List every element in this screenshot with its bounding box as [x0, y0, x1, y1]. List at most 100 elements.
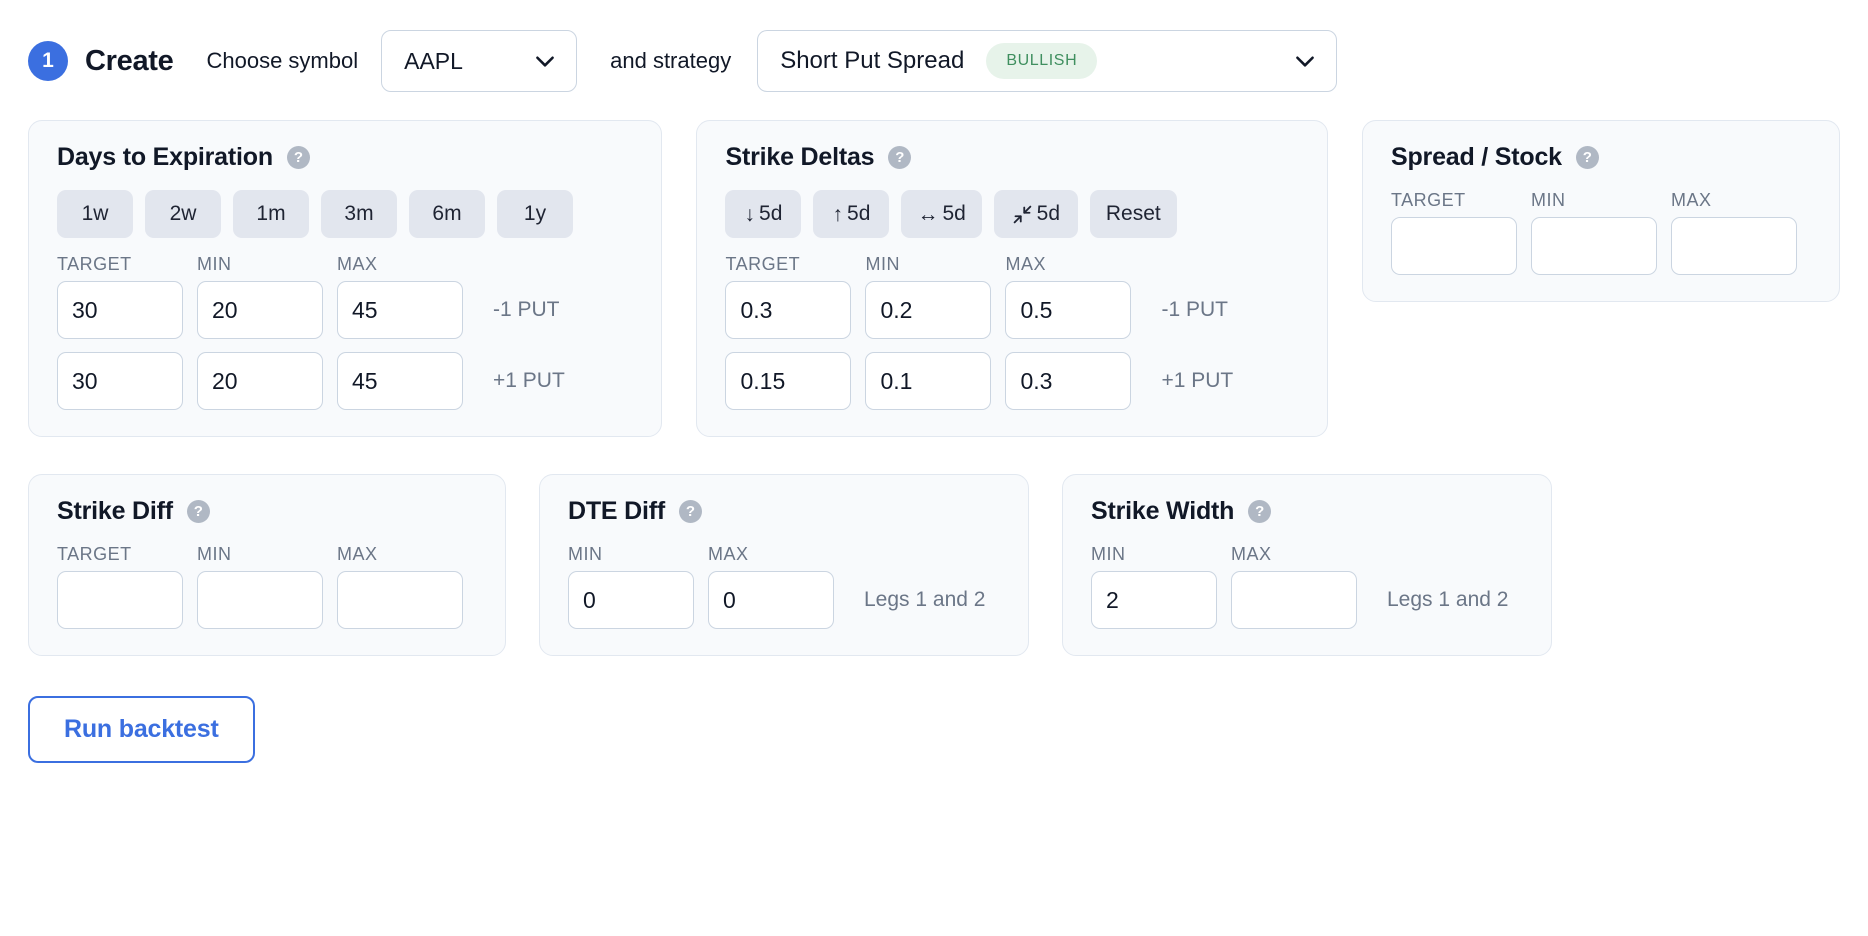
delta-decrease-button[interactable]: ↓ 5d	[725, 190, 802, 238]
dte-max-input-leg1[interactable]	[337, 281, 463, 339]
card-strike-width: Strike Width ? MIN MAX Legs 1 and 2	[1062, 474, 1552, 656]
arrow-left-right-icon: ↔	[917, 202, 939, 226]
create-backtest-page: 1 Create Choose symbol AAPL and strategy…	[0, 0, 1868, 763]
column-labels: MIN MAX	[568, 544, 1000, 565]
delta-min-input-leg2[interactable]	[865, 352, 992, 410]
column-label-max: MAX	[337, 254, 378, 274]
card-title: Strike Deltas	[725, 143, 875, 171]
strategy-select-content: Short Put Spread BULLISH	[780, 43, 1098, 79]
dte-target-input-leg1[interactable]	[57, 281, 183, 339]
delta-narrow-button[interactable]: 5d	[993, 190, 1078, 238]
delta-target-input-leg1[interactable]	[725, 281, 852, 339]
dte-diff-leg-label: Legs 1 and 2	[864, 588, 986, 611]
filters-row-bottom: Strike Diff ? TARGET MIN MAX DTE Diff ? …	[28, 474, 1840, 656]
status-badge-bullish: BULLISH	[986, 43, 1098, 79]
dte-target-input-leg2[interactable]	[57, 352, 183, 410]
column-label-min: MIN	[568, 544, 603, 564]
arrows-converge-icon	[1012, 204, 1033, 225]
help-icon[interactable]: ?	[679, 500, 702, 523]
dte-diff-min-input[interactable]	[568, 571, 694, 629]
symbol-select[interactable]: AAPL	[381, 30, 578, 92]
strategy-select-value: Short Put Spread	[780, 47, 965, 74]
page-title: Create	[85, 44, 174, 77]
help-icon[interactable]: ?	[1575, 146, 1599, 169]
help-icon[interactable]: ?	[186, 500, 210, 523]
help-icon[interactable]: ?	[286, 146, 310, 169]
card-strike-diff: Strike Diff ? TARGET MIN MAX	[28, 474, 506, 656]
strategy-select[interactable]: Short Put Spread BULLISH	[757, 30, 1338, 92]
delta-target-input-leg2[interactable]	[725, 352, 852, 410]
arrow-up-icon: ↑	[832, 202, 844, 226]
column-label-min: MIN	[197, 544, 232, 564]
symbol-select-value: AAPL	[404, 47, 463, 74]
card-title: Spread / Stock	[1391, 143, 1562, 171]
delta-widen-button[interactable]: ↔ 5d	[901, 190, 982, 238]
card-header: Strike Deltas ?	[725, 143, 1299, 172]
preset-button-6m[interactable]: 6m	[409, 190, 485, 238]
card-header: Strike Width ?	[1091, 497, 1523, 526]
column-label-target: TARGET	[1391, 190, 1466, 210]
strike-width-row: Legs 1 and 2	[1091, 571, 1523, 629]
column-label-max: MAX	[337, 544, 378, 564]
column-label-max: MAX	[1005, 254, 1046, 274]
card-header: DTE Diff ?	[568, 497, 1000, 526]
preset-button-1w[interactable]: 1w	[57, 190, 133, 238]
delta-leg-row-2: +1 PUT	[725, 352, 1299, 410]
chevron-down-icon	[532, 48, 558, 74]
preset-button-1m[interactable]: 1m	[233, 190, 309, 238]
delta-min-input-leg1[interactable]	[865, 281, 992, 339]
spread-stock-max-input[interactable]	[1671, 217, 1797, 275]
card-spread-stock: Spread / Stock ? TARGET MIN MAX	[1362, 120, 1840, 302]
column-labels: TARGET MIN MAX	[57, 544, 477, 565]
card-header: Spread / Stock ?	[1391, 143, 1811, 172]
delta-max-input-leg2[interactable]	[1005, 352, 1132, 410]
card-strike-deltas: Strike Deltas ? ↓ 5d ↑ 5d ↔ 5d 5d Reset …	[696, 120, 1328, 437]
dte-max-input-leg2[interactable]	[337, 352, 463, 410]
strike-width-max-input[interactable]	[1231, 571, 1357, 629]
strike-diff-row	[57, 571, 477, 629]
spread-stock-target-input[interactable]	[1391, 217, 1517, 275]
strike-width-leg-label: Legs 1 and 2	[1387, 588, 1509, 611]
column-label-target: TARGET	[725, 254, 801, 274]
card-dte-diff: DTE Diff ? MIN MAX Legs 1 and 2	[539, 474, 1029, 656]
step-number-badge: 1	[28, 41, 68, 81]
delta-increase-button[interactable]: ↑ 5d	[813, 190, 890, 238]
leg-label-1: -1 PUT	[493, 298, 560, 321]
card-header: Strike Diff ?	[57, 497, 477, 526]
run-backtest-button[interactable]: Run backtest	[28, 696, 255, 763]
column-labels: TARGET MIN MAX	[57, 254, 633, 275]
delta-adjust-buttons: ↓ 5d ↑ 5d ↔ 5d 5d Reset	[725, 190, 1299, 238]
strike-diff-target-input[interactable]	[57, 571, 183, 629]
leg-label-2: +1 PUT	[493, 369, 565, 392]
column-label-min: MIN	[197, 254, 232, 274]
strike-width-min-input[interactable]	[1091, 571, 1217, 629]
spread-stock-min-input[interactable]	[1531, 217, 1657, 275]
column-label-max: MAX	[1671, 190, 1712, 210]
dte-min-input-leg1[interactable]	[197, 281, 323, 339]
spread-stock-row	[1391, 217, 1811, 275]
dte-preset-buttons: 1w 2w 1m 3m 6m 1y	[57, 190, 633, 238]
column-labels: TARGET MIN MAX	[1391, 190, 1811, 211]
delta-widen-label: 5d	[942, 202, 966, 225]
delta-leg-row-1: -1 PUT	[725, 281, 1299, 339]
dte-min-input-leg2[interactable]	[197, 352, 323, 410]
card-title: Strike Diff	[57, 497, 173, 525]
card-title: Strike Width	[1091, 497, 1235, 525]
delta-max-input-leg1[interactable]	[1005, 281, 1132, 339]
leg-label-1: -1 PUT	[1161, 298, 1228, 321]
and-strategy-label: and strategy	[610, 48, 732, 73]
strike-diff-min-input[interactable]	[197, 571, 323, 629]
column-label-target: TARGET	[57, 544, 132, 564]
help-icon[interactable]: ?	[888, 146, 912, 169]
card-days-to-expiration: Days to Expiration ? 1w 2w 1m 3m 6m 1y T…	[28, 120, 663, 437]
preset-button-3m[interactable]: 3m	[321, 190, 397, 238]
arrow-down-icon: ↓	[744, 202, 756, 226]
choose-symbol-label: Choose symbol	[206, 48, 359, 73]
preset-button-2w[interactable]: 2w	[145, 190, 221, 238]
dte-diff-max-input[interactable]	[708, 571, 834, 629]
help-icon[interactable]: ?	[1248, 500, 1272, 523]
strike-diff-max-input[interactable]	[337, 571, 463, 629]
preset-button-1y[interactable]: 1y	[497, 190, 573, 238]
delta-reset-button[interactable]: Reset	[1089, 190, 1177, 238]
column-labels: TARGET MIN MAX	[725, 254, 1299, 275]
